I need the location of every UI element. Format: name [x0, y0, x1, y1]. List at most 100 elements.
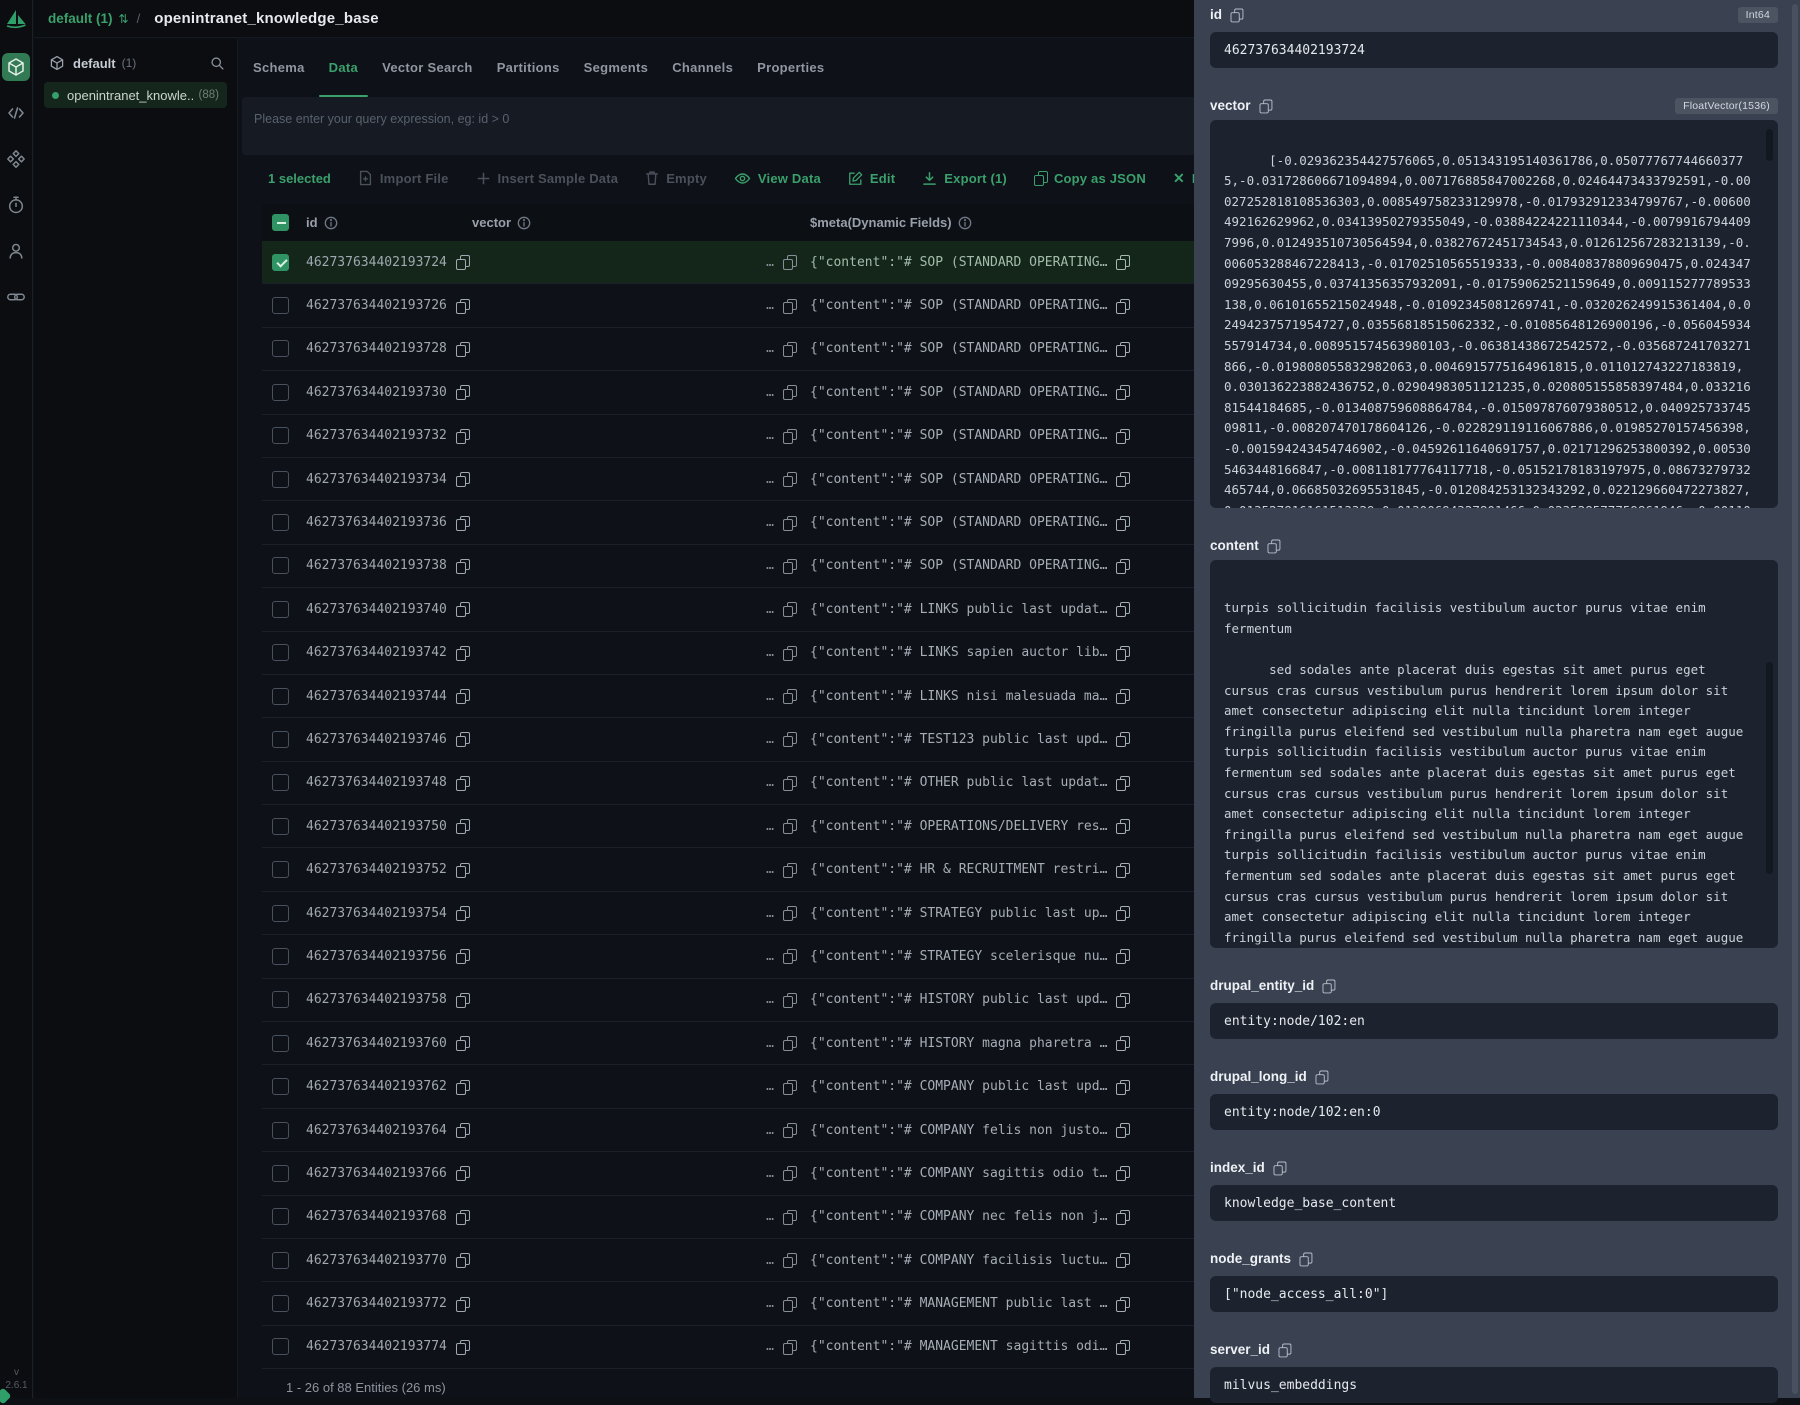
row-checkbox[interactable] — [272, 818, 289, 835]
row-checkbox[interactable] — [272, 861, 289, 878]
copy-icon[interactable] — [456, 1080, 469, 1094]
copy-icon[interactable] — [783, 949, 796, 963]
tab[interactable]: Vector Search — [370, 38, 485, 97]
copy-icon[interactable] — [783, 689, 796, 703]
copy-icon[interactable] — [456, 559, 469, 573]
copy-icon[interactable] — [1116, 689, 1129, 703]
copy-icon[interactable] — [1116, 819, 1129, 833]
copy-icon[interactable] — [1116, 1297, 1129, 1311]
table-row[interactable]: 462737634402193772 … {"content":"# MANAG… — [262, 1282, 1244, 1325]
row-checkbox[interactable] — [272, 1122, 289, 1139]
copy-icon[interactable] — [456, 646, 469, 660]
row-checkbox[interactable] — [272, 731, 289, 748]
copy-icon[interactable] — [456, 429, 469, 443]
copy-icon[interactable] — [456, 819, 469, 833]
database-selector[interactable]: default (1) — [48, 11, 113, 26]
table-row[interactable]: 462737634402193734 … {"content":"# SOP (… — [262, 458, 1244, 501]
copy-icon[interactable] — [1116, 1123, 1129, 1137]
table-row[interactable]: 462737634402193738 … {"content":"# SOP (… — [262, 545, 1244, 588]
panel-scrollbar[interactable] — [1792, 4, 1798, 1394]
copy-icon[interactable] — [1116, 1340, 1129, 1354]
tab[interactable]: Schema — [241, 38, 317, 97]
copy-icon[interactable] — [783, 602, 796, 616]
copy-icon[interactable] — [783, 993, 796, 1007]
vector-value-box[interactable]: [-0.029362354427576065,0.051343195140361… — [1210, 120, 1778, 508]
copy-icon[interactable] — [1116, 863, 1129, 877]
copy-icon[interactable] — [783, 776, 796, 790]
scrollbar-thumb[interactable] — [1766, 662, 1773, 874]
copy-icon[interactable] — [1116, 1166, 1129, 1180]
copy-icon[interactable] — [456, 385, 469, 399]
copy-icon[interactable] — [1116, 429, 1129, 443]
edit-button[interactable]: Edit — [848, 171, 895, 186]
column-header-vector[interactable]: vector — [472, 215, 796, 230]
collections-nav-icon[interactable] — [2, 53, 30, 81]
table-row[interactable]: 462737634402193756 … {"content":"# STRAT… — [262, 935, 1244, 978]
row-checkbox[interactable] — [272, 1078, 289, 1095]
copy-icon[interactable] — [783, 559, 796, 573]
table-row[interactable]: 462737634402193764 … {"content":"# COMPA… — [262, 1109, 1244, 1152]
row-checkbox[interactable] — [272, 1165, 289, 1182]
row-checkbox[interactable] — [272, 905, 289, 922]
copy-icon[interactable] — [456, 993, 469, 1007]
copy-icon[interactable] — [783, 1253, 796, 1267]
copy-icon[interactable] — [1116, 1036, 1129, 1050]
copy-icon[interactable] — [456, 732, 469, 746]
copy-icon[interactable] — [1273, 1161, 1285, 1174]
content-value-box[interactable]: turpis sollicitudin facilisis vestibulum… — [1210, 560, 1778, 948]
search-icon[interactable] — [210, 56, 225, 71]
copy-icon[interactable] — [1116, 559, 1129, 573]
row-checkbox[interactable] — [272, 1252, 289, 1269]
copy-icon[interactable] — [783, 1166, 796, 1180]
scrollbar-thumb[interactable] — [1766, 129, 1773, 161]
row-checkbox[interactable] — [272, 1338, 289, 1355]
row-checkbox[interactable] — [272, 688, 289, 705]
table-row[interactable]: 462737634402193746 … {"content":"# TEST1… — [262, 718, 1244, 761]
copy-icon[interactable] — [456, 906, 469, 920]
copy-icon[interactable] — [456, 1253, 469, 1267]
copy-icon[interactable] — [1116, 299, 1129, 313]
copy-icon[interactable] — [783, 516, 796, 530]
table-row[interactable]: 462737634402193760 … {"content":"# HISTO… — [262, 1022, 1244, 1065]
table-row[interactable]: 462737634402193750 … {"content":"# OPERA… — [262, 805, 1244, 848]
copy-icon[interactable] — [783, 255, 796, 269]
tab[interactable]: Segments — [572, 38, 661, 97]
copy-icon[interactable] — [783, 732, 796, 746]
copy-icon[interactable] — [456, 1036, 469, 1050]
tab[interactable]: Properties — [745, 38, 836, 97]
table-row[interactable]: 462737634402193762 … {"content":"# COMPA… — [262, 1065, 1244, 1108]
copy-icon[interactable] — [783, 1080, 796, 1094]
swap-database-icon[interactable]: ⇅ — [119, 12, 129, 26]
system-nav-icon[interactable] — [2, 191, 30, 219]
copy-icon[interactable] — [1323, 979, 1335, 992]
copy-icon[interactable] — [1116, 776, 1129, 790]
copy-icon[interactable] — [1116, 1210, 1129, 1224]
copy-icon[interactable] — [1259, 99, 1271, 112]
row-checkbox[interactable] — [272, 297, 289, 314]
copy-icon[interactable] — [1116, 949, 1129, 963]
copy-icon[interactable] — [456, 689, 469, 703]
copy-icon[interactable] — [783, 646, 796, 660]
table-row[interactable]: 462737634402193732 … {"content":"# SOP (… — [262, 415, 1244, 458]
copy-icon[interactable] — [783, 1123, 796, 1137]
row-checkbox[interactable] — [272, 384, 289, 401]
code-nav-icon[interactable] — [2, 99, 30, 127]
copy-icon[interactable] — [1315, 1070, 1327, 1083]
table-row[interactable]: 462737634402193730 … {"content":"# SOP (… — [262, 371, 1244, 414]
plugins-nav-icon[interactable] — [2, 145, 30, 173]
copy-icon[interactable] — [783, 342, 796, 356]
tree-database-row[interactable]: default (1) — [49, 51, 225, 75]
copy-icon[interactable] — [1116, 255, 1129, 269]
table-row[interactable]: 462737634402193742 … {"content":"# LINKS… — [262, 632, 1244, 675]
view-data-button[interactable]: View Data — [734, 171, 821, 186]
table-row[interactable]: 462737634402193736 … {"content":"# SOP (… — [262, 501, 1244, 544]
insert-sample-data-button[interactable]: Insert Sample Data — [476, 171, 619, 186]
row-checkbox[interactable] — [272, 948, 289, 965]
row-checkbox[interactable] — [272, 1035, 289, 1052]
copy-icon[interactable] — [783, 906, 796, 920]
row-checkbox[interactable] — [272, 991, 289, 1008]
copy-icon[interactable] — [1231, 8, 1243, 21]
table-row[interactable]: 462737634402193744 … {"content":"# LINKS… — [262, 675, 1244, 718]
row-checkbox[interactable] — [272, 254, 289, 271]
table-row[interactable]: 462737634402193758 … {"content":"# HISTO… — [262, 979, 1244, 1022]
